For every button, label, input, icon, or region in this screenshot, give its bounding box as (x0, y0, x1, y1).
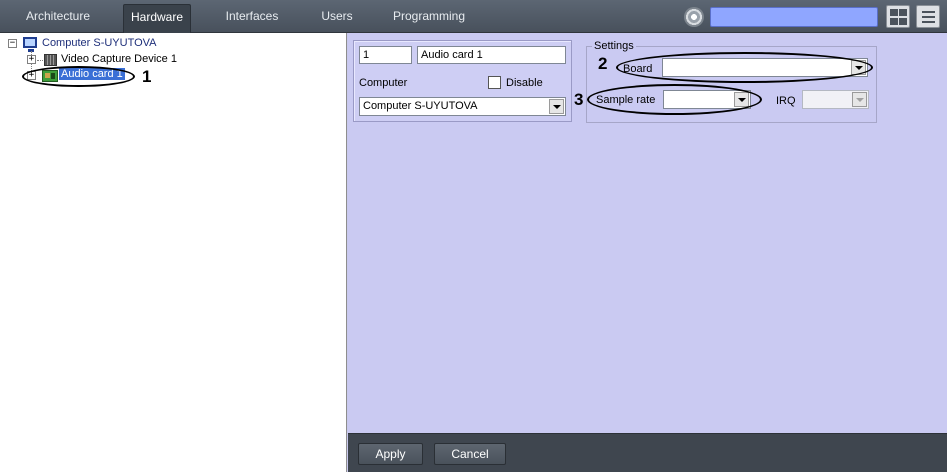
settings-gear-icon[interactable] (684, 7, 704, 27)
chevron-down-icon (852, 92, 867, 107)
callout-number-3: 3 (574, 90, 584, 109)
tab-architecture[interactable]: Architecture (14, 4, 102, 33)
object-id-field[interactable] (359, 46, 412, 64)
properties-area: Computer Disable Computer S-UYUTOVA Sett… (348, 33, 947, 433)
sample-rate-label: Sample rate (596, 94, 656, 106)
tree-connector (37, 60, 43, 61)
object-panel: Computer Disable Computer S-UYUTOVA (353, 40, 572, 122)
apply-button[interactable]: Apply (358, 443, 423, 465)
chip-icon (44, 54, 57, 66)
disable-label: Disable (506, 77, 543, 89)
computer-icon (23, 37, 37, 52)
settings-legend: Settings (592, 40, 636, 52)
irq-select[interactable] (802, 90, 869, 109)
chevron-down-icon[interactable] (549, 99, 564, 114)
tree-node-video-capture[interactable]: Video Capture Device 1 (61, 53, 177, 65)
cancel-button[interactable]: Cancel (434, 443, 506, 465)
tab-interfaces[interactable]: Interfaces (214, 4, 290, 33)
computer-select-value: Computer S-UYUTOVA (363, 100, 478, 112)
search-input[interactable] (710, 7, 878, 27)
grid-view-icon[interactable] (886, 5, 910, 28)
computer-label: Computer (359, 77, 408, 89)
tab-users[interactable]: Users (310, 4, 364, 33)
object-name-field[interactable] (417, 46, 566, 64)
action-bar: Apply Cancel (348, 433, 947, 472)
collapse-toggle-icon[interactable]: − (8, 39, 17, 48)
computer-select[interactable]: Computer S-UYUTOVA (359, 97, 566, 116)
tree-node-computer[interactable]: Computer S-UYUTOVA (42, 37, 157, 49)
board-select[interactable] (662, 58, 868, 77)
chevron-down-icon[interactable] (734, 92, 749, 107)
tree-node-audio-card[interactable]: Audio card 1 (59, 68, 125, 80)
expand-toggle-icon[interactable]: + (27, 71, 36, 80)
tab-programming[interactable]: Programming (386, 4, 472, 33)
irq-label: IRQ (776, 95, 796, 107)
tab-hardware[interactable]: Hardware (123, 4, 191, 33)
callout-number-2: 2 (598, 54, 608, 73)
chevron-down-icon[interactable] (851, 60, 866, 75)
sample-rate-select[interactable] (663, 90, 751, 109)
top-tab-bar: Architecture Hardware Interfaces Users P… (0, 0, 947, 33)
hardware-tree: − Computer S-UYUTOVA + Video Capture Dev… (0, 33, 347, 472)
audio-card-icon (42, 70, 58, 82)
expand-toggle-icon[interactable]: + (27, 55, 36, 64)
board-label: Board (623, 63, 653, 75)
callout-number-1: 1 (142, 67, 152, 86)
menu-icon[interactable] (916, 5, 940, 28)
disable-checkbox[interactable] (488, 76, 501, 89)
